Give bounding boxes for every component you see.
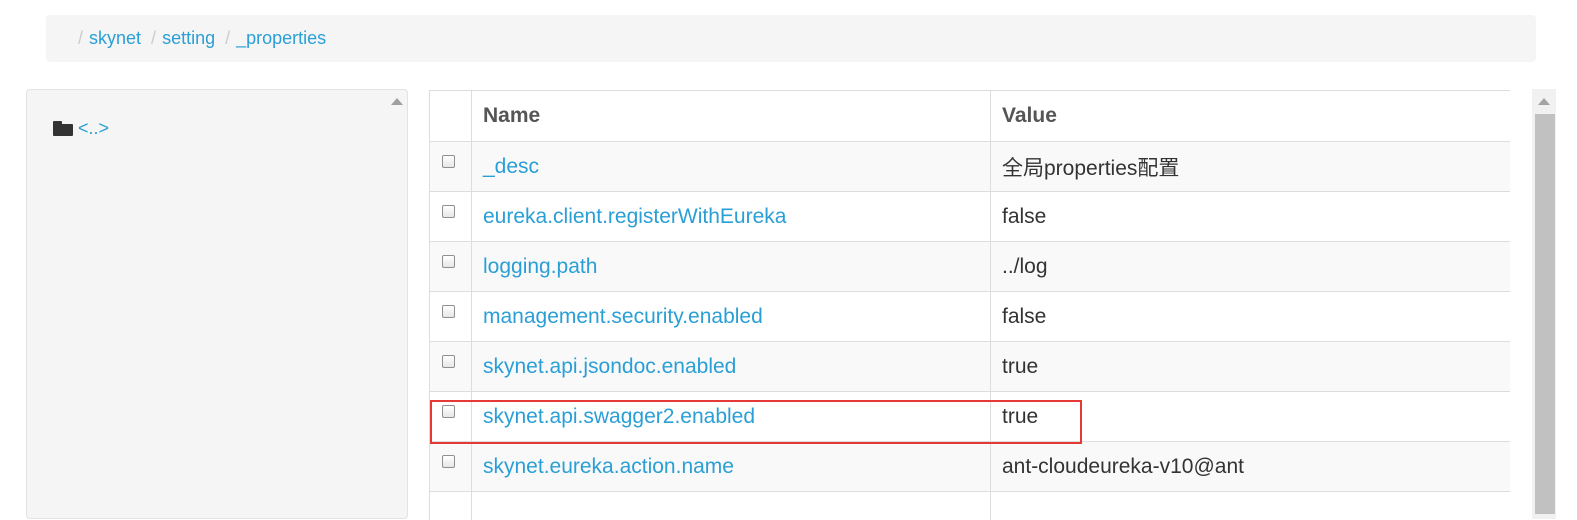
property-name-link[interactable]: logging.path [483,255,597,278]
table-row: logging.path ../log [430,242,1511,292]
row-checkbox[interactable] [442,255,455,268]
header-value[interactable]: Value [991,91,1511,142]
table-row: skynet.eureka.action.name ant-cloudeurek… [430,442,1511,492]
property-name-link[interactable]: skynet.api.swagger2.enabled [483,405,755,428]
property-value: ant-cloudeureka-v10@ant [991,442,1511,492]
property-name-link[interactable]: skynet.eureka.action.name [483,455,734,478]
property-value: false [991,192,1511,242]
property-name-link[interactable]: skynet.api.jsondoc.enabled [483,355,736,378]
property-value: true [991,392,1511,442]
row-checkbox[interactable] [442,305,455,318]
header-select [430,91,472,142]
row-checkbox[interactable] [442,455,455,468]
breadcrumb: / skynet / setting / _properties [46,15,1536,62]
breadcrumb-separator: / [225,28,230,49]
table-row: management.security.enabled false [430,292,1511,342]
table-row: skynet.api.jsondoc.enabled true [430,342,1511,392]
properties-table: Name Value _desc 全局properties配置 eureka.c… [429,90,1510,520]
header-name[interactable]: Name [472,91,991,142]
property-name-link[interactable]: eureka.client.registerWithEureka [483,205,786,228]
property-name-link[interactable]: management.security.enabled [483,305,763,328]
tree-item-label[interactable]: <..> [78,118,109,139]
property-value: ../log [991,242,1511,292]
property-value: true [991,342,1511,392]
breadcrumb-separator: / [151,28,156,49]
tree-item-parent[interactable]: <..> [53,118,109,139]
table-row: eureka.client.registerWithEureka false [430,192,1511,242]
scrollbar-thumb[interactable] [1535,114,1555,514]
table-row: _desc 全局properties配置 [430,142,1511,192]
folder-icon [53,121,73,136]
property-name-link[interactable]: _desc [483,155,539,178]
properties-table-container: Name Value _desc 全局properties配置 eureka.c… [429,90,1510,520]
row-checkbox[interactable] [442,355,455,368]
table-row-highlighted: skynet.api.swagger2.enabled true [430,392,1511,442]
table-row [430,492,1511,520]
page-scrollbar[interactable] [1532,89,1556,519]
breadcrumb-item-properties[interactable]: _properties [236,28,326,49]
property-value: false [991,292,1511,342]
scroll-up-arrow-icon[interactable] [1538,98,1550,105]
row-checkbox[interactable] [442,205,455,218]
scroll-up-arrow-icon[interactable] [391,98,403,105]
property-value: 全局properties配置 [991,142,1511,192]
breadcrumb-item-setting[interactable]: setting [162,28,215,49]
breadcrumb-separator: / [78,28,83,49]
row-checkbox[interactable] [442,405,455,418]
tree-panel: <..> [26,89,408,519]
table-header-row: Name Value [430,91,1511,142]
row-checkbox[interactable] [442,155,455,168]
breadcrumb-item-skynet[interactable]: skynet [89,28,141,49]
